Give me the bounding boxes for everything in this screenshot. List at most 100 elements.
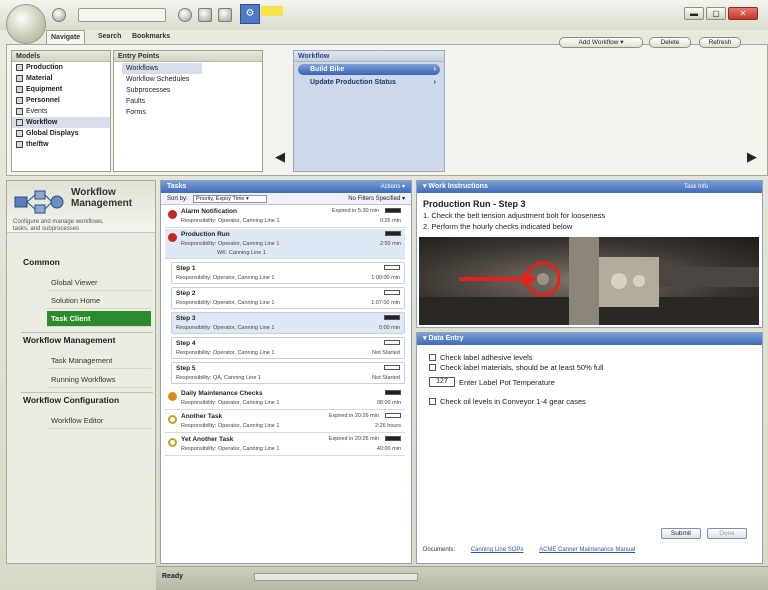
- task-name: Step 2: [176, 290, 196, 297]
- sort-label: Sort by:: [167, 196, 188, 202]
- add-workflow-button[interactable]: Add Workflow ▾: [559, 37, 643, 48]
- quick-access-toolbar[interactable]: [78, 8, 166, 22]
- scroll-left-arrow-icon[interactable]: ◀: [275, 149, 285, 165]
- task-duration: 1:07:00 min: [371, 300, 400, 306]
- sort-select[interactable]: Priority, Expiry Time ▾: [193, 195, 267, 203]
- label-materials-checkbox[interactable]: [429, 364, 436, 371]
- workflow-item-update-status[interactable]: Update Production Status ›: [298, 77, 440, 88]
- machine-photo: [419, 237, 759, 325]
- alarm-status-icon: [168, 233, 177, 242]
- entry-point-item[interactable]: Workflow Schedules: [114, 74, 262, 85]
- refresh-icon[interactable]: [218, 8, 232, 22]
- maximize-button[interactable]: ▢: [706, 7, 726, 20]
- label-adhesive-checkbox[interactable]: [429, 354, 436, 361]
- maintenance-status-icon: [168, 392, 177, 401]
- filter-menu[interactable]: No Filters Specified ▾: [348, 193, 405, 205]
- task-item-step-1[interactable]: Step 1 Responsibility: Operator, Canning…: [171, 262, 405, 284]
- gear-oil-checkbox[interactable]: [429, 398, 436, 405]
- nav-task-management[interactable]: Task Management: [47, 353, 151, 369]
- models-item-label: the/ftw: [26, 141, 49, 148]
- nav-running-workflows[interactable]: Running Workflows: [47, 372, 151, 388]
- task-item-daily-maintenance[interactable]: Daily Maintenance Checks Responsibility:…: [165, 388, 405, 410]
- task-progress-indicator: [384, 365, 400, 370]
- workflow-icon: [16, 119, 23, 126]
- equipment-icon: [16, 86, 23, 93]
- models-item[interactable]: Material: [12, 73, 110, 84]
- models-item[interactable]: Global Displays: [12, 128, 110, 139]
- nav-solution-home[interactable]: Solution Home: [47, 293, 151, 309]
- models-item[interactable]: Workflow: [12, 117, 110, 128]
- task-name: Alarm Notification: [181, 208, 237, 215]
- models-item[interactable]: Production: [12, 62, 110, 73]
- stop-icon[interactable]: [178, 8, 192, 22]
- help-icon[interactable]: [52, 8, 66, 22]
- submit-button[interactable]: Submit: [661, 528, 701, 539]
- models-item-label: Workflow: [26, 119, 58, 126]
- models-item[interactable]: Equipment: [12, 84, 110, 95]
- instruction-title: Production Run - Step 3: [423, 199, 526, 209]
- task-item-production-run[interactable]: Production Run Responsibility: Operator,…: [165, 229, 405, 259]
- nav-workflow-editor[interactable]: Workflow Editor: [47, 413, 151, 429]
- delete-button[interactable]: Delete: [649, 37, 691, 48]
- pending-status-icon: [168, 415, 177, 424]
- task-item-step-3[interactable]: Step 3 Responsibility: Operator, Canning…: [171, 312, 405, 334]
- data-entry-title: Data Entry: [428, 335, 464, 342]
- entry-point-item[interactable]: Subprocesses: [114, 85, 262, 96]
- task-responsibility: Responsibility: QA, Canning Line 1: [176, 375, 261, 381]
- models-panel: Models Production Material Equipment Per…: [11, 50, 111, 172]
- doc-link-maintenance-manual[interactable]: ACME Canner Maintenance Manual: [539, 547, 635, 553]
- doc-link-sops[interactable]: Canning Line SOPs: [471, 547, 524, 553]
- label-pot-temperature-input[interactable]: 127: [429, 377, 455, 387]
- entry-point-item[interactable]: Workflows: [122, 63, 202, 74]
- minimize-button[interactable]: ▬: [684, 7, 704, 20]
- entry-point-item[interactable]: Forms: [114, 107, 262, 118]
- nav-global-viewer[interactable]: Global Viewer: [47, 275, 151, 291]
- models-item-label: Personnel: [26, 97, 60, 104]
- instruction-line: 1. Check the belt tension adjustment bol…: [423, 211, 606, 220]
- tab-bookmarks[interactable]: Bookmarks: [128, 30, 174, 44]
- close-button[interactable]: ✕: [728, 7, 758, 20]
- task-duration: 2:26 hours: [375, 423, 401, 429]
- material-icon: [16, 75, 23, 82]
- task-duration: 2:50 min: [379, 241, 401, 247]
- task-item-yet-another[interactable]: Yet Another Task Expired in 20:26 min Re…: [165, 434, 405, 456]
- task-progress-indicator: [385, 390, 401, 395]
- save-icon[interactable]: [198, 8, 212, 22]
- task-item-alarm[interactable]: Alarm Notification Expired in 5:30 min R…: [165, 206, 405, 228]
- workflow-item-label: Update Production Status: [310, 79, 396, 86]
- task-responsibility: Responsibility: Operator, Canning Line 1: [181, 218, 280, 224]
- check-label: Check label materials, should be at leas…: [440, 363, 604, 372]
- task-name: Step 3: [176, 315, 196, 322]
- work-instructions-header: ▾ Work Instructions Task Info: [417, 181, 762, 193]
- app-badge: [261, 6, 283, 16]
- documents-label: Documents:: [423, 547, 456, 553]
- application-orb-button[interactable]: [6, 4, 46, 44]
- section-workflow-management: Workflow Management: [23, 335, 116, 345]
- task-workcenter: WK: Canning Line 1: [217, 250, 266, 256]
- left-pane-description: Configure and manage workflows, tasks, a…: [13, 219, 104, 232]
- models-item[interactable]: Events: [12, 106, 110, 117]
- task-item-step-2[interactable]: Step 2 Responsibility: Operator, Canning…: [171, 287, 405, 309]
- tab-navigate[interactable]: Navigate: [46, 30, 86, 44]
- global-displays-icon: [16, 130, 23, 137]
- entry-point-item[interactable]: Faults: [114, 96, 262, 107]
- status-text: Ready: [162, 573, 184, 580]
- refresh-button[interactable]: Refresh: [699, 37, 741, 48]
- left-pane-title: Workflow Management: [71, 187, 133, 209]
- models-item[interactable]: the/ftw: [12, 139, 110, 150]
- done-button[interactable]: Done: [707, 528, 747, 539]
- task-item-step-5[interactable]: Step 5 Responsibility: QA, Canning Line …: [171, 362, 405, 384]
- workflow-item-build-bike[interactable]: Build Bike ›: [298, 64, 440, 75]
- label-materials-check-row: Check label materials, should be at leas…: [429, 363, 603, 372]
- tab-search[interactable]: Search: [94, 30, 125, 44]
- scroll-right-arrow-icon[interactable]: ▶: [747, 149, 757, 165]
- nav-task-client[interactable]: Task Client: [47, 311, 151, 327]
- section-common: Common: [23, 257, 60, 267]
- tasks-actions-menu[interactable]: Actions ▾: [381, 181, 405, 193]
- task-item-another[interactable]: Another Task Expired in 20:26 min Respon…: [165, 411, 405, 433]
- task-item-step-4[interactable]: Step 4 Responsibility: Operator, Canning…: [171, 337, 405, 359]
- models-item-label: Events: [26, 108, 48, 115]
- task-info-link[interactable]: Task Info: [684, 181, 708, 193]
- gear-oil-check-row: Check oil levels in Conveyor 1-4 gear ca…: [429, 397, 586, 406]
- models-item[interactable]: Personnel: [12, 95, 110, 106]
